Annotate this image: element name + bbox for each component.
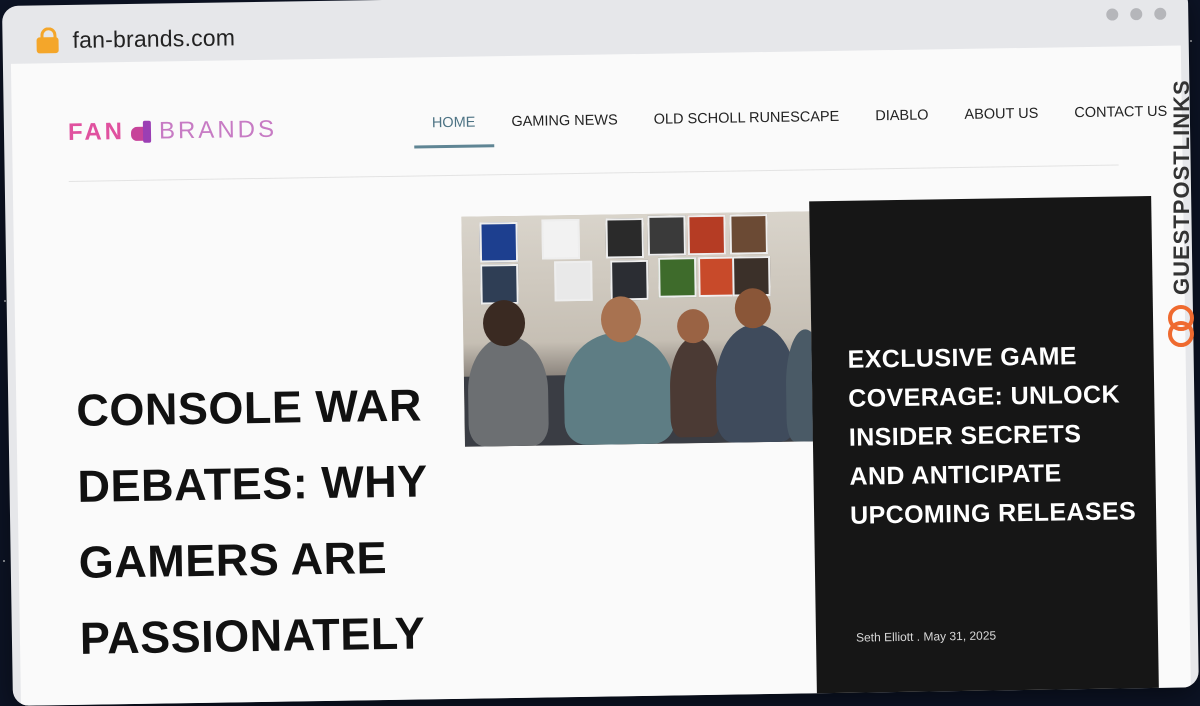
article-date: May 31, 2025 [923,628,997,644]
main-navigation: HOME GAMING NEWS OLD SCHOLL RUNESCAPE DI… [413,83,1185,149]
nav-item-diablo[interactable]: DIABLO [857,87,947,138]
window-dot-icon[interactable] [1154,7,1167,20]
logo-mark-icon [130,120,153,143]
logo-text-fan: FAN [67,118,126,146]
nav-item-about-us[interactable]: ABOUT US [946,85,1057,137]
logo-text-brands: BRANDS [158,115,278,145]
meta-separator: . [916,629,921,644]
header-divider [68,164,1119,182]
watermark-text: GUESTPOSTLINKS [1169,79,1194,295]
featured-article-meta: Seth Elliott . May 31, 2025 [856,628,996,644]
chain-link-icon [1168,305,1194,347]
article-author[interactable]: Seth Elliott [856,630,914,645]
nav-item-old-scholl-runescape[interactable]: OLD SCHOLL RUNESCAPE [635,89,857,142]
lock-icon [36,27,59,54]
window-dot-icon[interactable] [1130,8,1143,21]
nav-item-home[interactable]: HOME [413,94,494,149]
address-bar-url[interactable]: fan-brands.com [72,24,235,54]
featured-article-title[interactable]: Exclusive Game Coverage: Unlock Insider … [847,336,1140,536]
featured-article-card[interactable]: Exclusive Game Coverage: Unlock Insider … [809,195,1160,706]
window-dot-icon[interactable] [1106,8,1119,21]
site-logo[interactable]: FAN BRANDS [68,116,277,147]
featured-article-image[interactable] [461,211,813,447]
browser-window: fan-brands.com FAN BRANDS HOME GAMING NE… [2,0,1199,706]
guestpostlinks-watermark: GUESTPOSTLINKS [1166,55,1198,355]
window-controls [1106,7,1167,21]
web-page: FAN BRANDS HOME GAMING NEWS OLD SCHOLL R… [10,45,1191,706]
main-article-title[interactable]: Console War Debates: Why Gamers Are Pass… [76,367,481,677]
nav-item-gaming-news[interactable]: GAMING NEWS [493,92,636,144]
